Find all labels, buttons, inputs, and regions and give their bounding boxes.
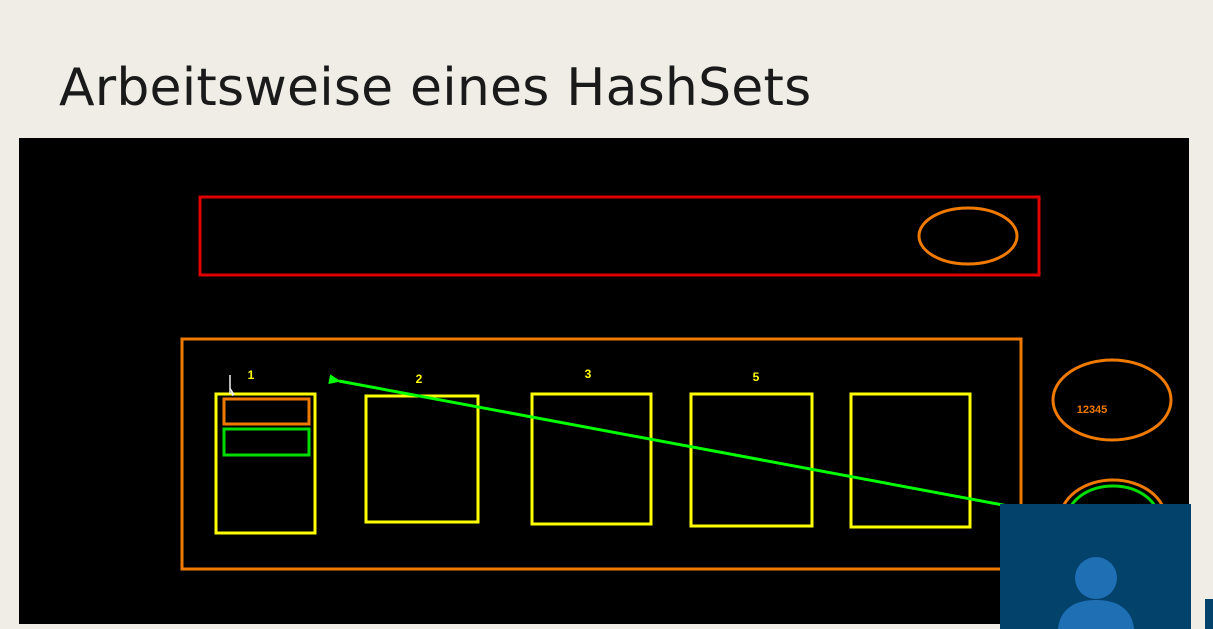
- input-element-ellipse: [917, 206, 1019, 266]
- green-arrow: [328, 374, 1020, 510]
- side-panel-edge: [1205, 599, 1213, 629]
- bucket-label-2: 2: [416, 372, 423, 386]
- stored-entry-orange: [222, 397, 311, 426]
- bucket-5: [689, 392, 814, 528]
- slide-title: Arbeitsweise eines HashSets: [59, 58, 812, 118]
- hash-value-ellipse: [1051, 358, 1173, 442]
- input-box: [198, 195, 1041, 277]
- bucket-label-3: 3: [585, 367, 592, 381]
- bucket-3: [530, 392, 653, 526]
- bucket-label-5: 5: [753, 370, 760, 384]
- user-avatar-icon: [1058, 557, 1134, 629]
- webcam-overlay: [1000, 504, 1191, 629]
- bucket-label-1: 1: [248, 368, 255, 382]
- stored-entry-green: [222, 427, 311, 457]
- bucket-1: [214, 392, 317, 535]
- bucket-2: [364, 394, 480, 524]
- bucket-6: [849, 392, 972, 529]
- presentation-slide: Arbeitsweise eines HashSets 1 2 3 5 1234…: [0, 0, 1213, 629]
- hash-value-text: 12345: [1077, 404, 1108, 416]
